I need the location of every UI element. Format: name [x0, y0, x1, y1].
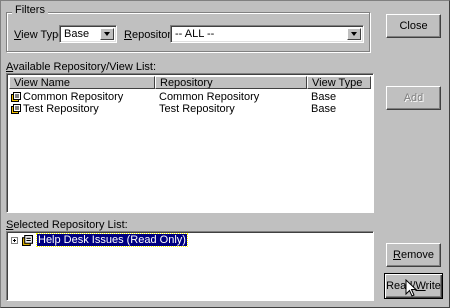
tree-item[interactable]: Help Desk Issues (Read Only) — [9, 233, 371, 247]
view-type-value: Base — [64, 28, 90, 40]
row-view-name: Test Repository — [23, 103, 99, 115]
list-item[interactable]: Common Repository Common Repository Base — [9, 91, 371, 103]
column-header-repository[interactable]: Repository — [155, 76, 307, 89]
available-list[interactable]: View Name Repository View Type Common Re… — [6, 73, 374, 213]
selected-tree-label: Help Desk Issues (Read Only) — [36, 233, 188, 247]
repository-icon — [11, 92, 21, 102]
filters-title: Filters — [12, 4, 48, 16]
repository-value: -- ALL -- — [175, 28, 215, 40]
remove-button[interactable]: Remove — [386, 243, 441, 267]
row-view-name: Common Repository — [23, 91, 124, 103]
read-only-repository-icon — [22, 235, 33, 246]
add-button[interactable]: Add — [386, 86, 441, 110]
close-button[interactable]: Close — [386, 14, 441, 38]
list-header: View Name Repository View Type — [9, 76, 371, 89]
row-view-type: Base — [311, 103, 337, 115]
repository-icon — [11, 104, 21, 114]
list-item[interactable]: Test Repository Test Repository Base — [9, 103, 371, 115]
column-header-view-type[interactable]: View Type — [307, 76, 371, 89]
row-repository: Common Repository — [159, 91, 260, 103]
repository-select[interactable]: -- ALL -- — [170, 25, 364, 43]
selected-list-label: Selected Repository List: — [6, 219, 128, 231]
chevron-down-icon[interactable] — [347, 28, 361, 40]
row-repository: Test Repository — [159, 103, 235, 115]
selected-list[interactable]: Help Desk Issues (Read Only) — [6, 231, 374, 301]
mouse-pointer-icon — [405, 279, 418, 297]
column-header-view-name[interactable]: View Name — [9, 76, 155, 89]
view-type-select[interactable]: Base — [59, 25, 117, 43]
row-view-type: Base — [311, 91, 337, 103]
expand-icon[interactable] — [11, 237, 18, 244]
chevron-down-icon[interactable] — [100, 28, 114, 40]
available-list-label: Available Repository/View List: — [6, 61, 157, 73]
